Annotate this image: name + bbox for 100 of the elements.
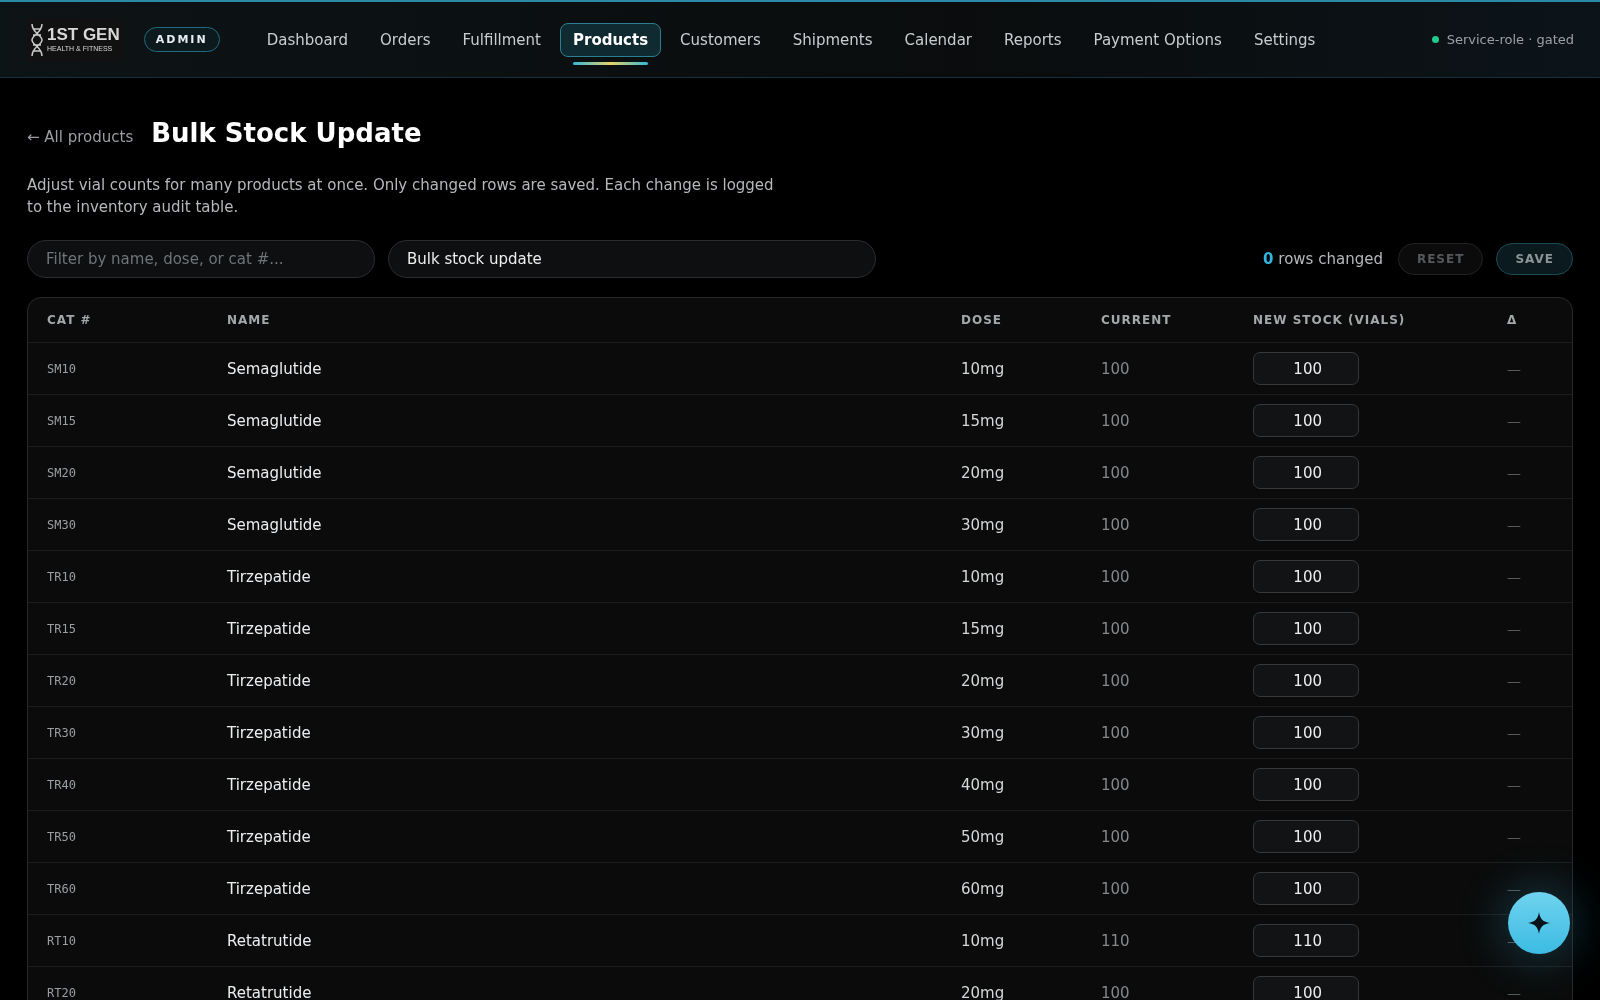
- table-cell-text: SM30: [47, 517, 77, 532]
- note-field[interactable]: Bulk stock update: [388, 240, 876, 278]
- table-cell-text: TR30: [47, 725, 77, 740]
- table-cell-text: 100: [1101, 723, 1131, 742]
- dna-icon: [30, 22, 44, 57]
- table-cell-text: 40mg: [961, 775, 1006, 794]
- table-cell-text: —: [1507, 828, 1522, 845]
- stock-input[interactable]: 110: [1253, 924, 1359, 957]
- nav-tab[interactable]: Payment Options: [1080, 22, 1235, 57]
- table-cell-text: RT10: [47, 933, 77, 948]
- stock-input[interactable]: 100: [1253, 872, 1359, 905]
- table-cell-text: TR50: [47, 829, 77, 844]
- status-label: Service-role · gated: [1446, 32, 1574, 47]
- table-cell-text: —: [1507, 984, 1522, 1000]
- nav-tab[interactable]: Orders: [367, 22, 444, 57]
- table-cell-text: Tirzepatide: [227, 567, 312, 586]
- column-header: CAT #: [47, 313, 93, 327]
- table-cell-text: 100: [1101, 619, 1131, 638]
- table-cell-text: TR10: [47, 569, 77, 584]
- table-cell-text: 100: [1101, 775, 1131, 794]
- table-cell-text: Tirzepatide: [227, 775, 312, 794]
- nav-tab[interactable]: Customers: [667, 22, 774, 57]
- page-description: Adjust vial counts for many products at once. Only changed rows are saved. Each change is logged to the inventory audit table.: [27, 175, 775, 218]
- table-cell-text: —: [1507, 620, 1522, 637]
- column-header: NEW STOCK (VIALS): [1253, 313, 1407, 327]
- table-cell-text: 10mg: [961, 359, 1006, 378]
- rows-changed-label: 0 rows changed: [1263, 250, 1383, 268]
- table-cell-text: 100: [1101, 567, 1131, 586]
- table-cell-text: 20mg: [961, 983, 1006, 1000]
- column-header: DOSE: [961, 313, 1003, 327]
- table-cell-text: Semaglutide: [227, 463, 323, 482]
- table-cell-text: —: [1507, 464, 1522, 481]
- table-cell-text: Tirzepatide: [227, 671, 312, 690]
- stock-input[interactable]: 100: [1253, 820, 1359, 853]
- table-cell-text: TR60: [47, 881, 77, 896]
- column-header: Δ: [1507, 313, 1519, 327]
- role-badge: ADMIN: [143, 27, 220, 52]
- stock-input[interactable]: 100: [1253, 664, 1359, 697]
- table-cell-text: 100: [1101, 827, 1131, 846]
- table-cell-text: 10mg: [961, 931, 1006, 950]
- filter-field[interactable]: Filter by name, dose, or cat #...: [27, 240, 375, 278]
- save-button[interactable]: SAVE: [1496, 243, 1573, 275]
- table-cell-text: 100: [1101, 359, 1131, 378]
- table-cell-text: 110: [1101, 931, 1131, 950]
- stock-input[interactable]: 100: [1253, 508, 1359, 541]
- table-cell-text: Semaglutide: [227, 359, 323, 378]
- table-cell-text: SM10: [47, 361, 77, 376]
- sparkle-icon: [1528, 912, 1550, 934]
- table-cell-text: TR20: [47, 673, 77, 688]
- table-cell-text: —: [1507, 880, 1522, 897]
- stock-input[interactable]: 100: [1253, 404, 1359, 437]
- page-title: Bulk Stock Update: [151, 118, 422, 148]
- table-cell-text: 10mg: [961, 567, 1006, 586]
- table-cell-text: Tirzepatide: [227, 827, 312, 846]
- table-cell-text: TR40: [47, 777, 77, 792]
- table-cell-text: TR15: [47, 621, 77, 636]
- table-cell-text: 15mg: [961, 411, 1006, 430]
- table-cell-text: Retatrutide: [227, 931, 313, 950]
- table-cell-text: 100: [1101, 411, 1131, 430]
- table-cell-text: Tirzepatide: [227, 619, 312, 638]
- table-cell-text: 20mg: [961, 463, 1006, 482]
- nav-tab[interactable]: Settings: [1240, 22, 1329, 57]
- stock-input[interactable]: 100: [1253, 560, 1359, 593]
- column-header: CURRENT: [1101, 313, 1173, 327]
- table-cell-text: 100: [1101, 671, 1131, 690]
- table-cell-text: 100: [1101, 983, 1131, 1000]
- stock-input[interactable]: 100: [1253, 976, 1359, 1000]
- table-cell-text: Tirzepatide: [227, 879, 312, 898]
- table-cell-text: Tirzepatide: [227, 723, 312, 742]
- table-cell-text: RT20: [47, 985, 77, 1000]
- nav-tab[interactable]: Reports: [991, 22, 1075, 57]
- table-cell-text: —: [1507, 672, 1522, 689]
- nav-tab[interactable]: Calendar: [891, 22, 985, 57]
- table-cell-text: SM15: [47, 413, 77, 428]
- table-cell-text: Semaglutide: [227, 515, 323, 534]
- table-cell-text: —: [1507, 516, 1522, 533]
- table-cell-text: 20mg: [961, 671, 1006, 690]
- stock-input[interactable]: 100: [1253, 352, 1359, 385]
- stock-input[interactable]: 100: [1253, 768, 1359, 801]
- table-cell-text: 30mg: [961, 723, 1006, 742]
- table-cell-text: —: [1507, 724, 1522, 741]
- table-cell-text: Semaglutide: [227, 411, 323, 430]
- stock-input[interactable]: 100: [1253, 716, 1359, 749]
- stock-input[interactable]: 100: [1253, 612, 1359, 645]
- table-cell-text: Retatrutide: [227, 983, 313, 1000]
- table-cell-text: SM20: [47, 465, 77, 480]
- table-cell-text: —: [1507, 568, 1522, 585]
- back-link[interactable]: ← All products: [27, 128, 134, 146]
- table-cell-text: 60mg: [961, 879, 1006, 898]
- nav-tab[interactable]: Shipments: [779, 22, 886, 57]
- table-cell-text: 100: [1101, 515, 1131, 534]
- column-header: NAME: [227, 313, 272, 327]
- table-cell-text: 50mg: [961, 827, 1006, 846]
- table-cell-text: 100: [1101, 879, 1131, 898]
- table-cell-text: 30mg: [961, 515, 1006, 534]
- nav-tab[interactable]: Fulfillment: [449, 22, 554, 57]
- stock-input[interactable]: 100: [1253, 456, 1359, 489]
- table-cell-text: —: [1507, 360, 1522, 377]
- table-cell-text: 100: [1101, 463, 1131, 482]
- nav-tab[interactable]: Dashboard: [253, 22, 362, 57]
